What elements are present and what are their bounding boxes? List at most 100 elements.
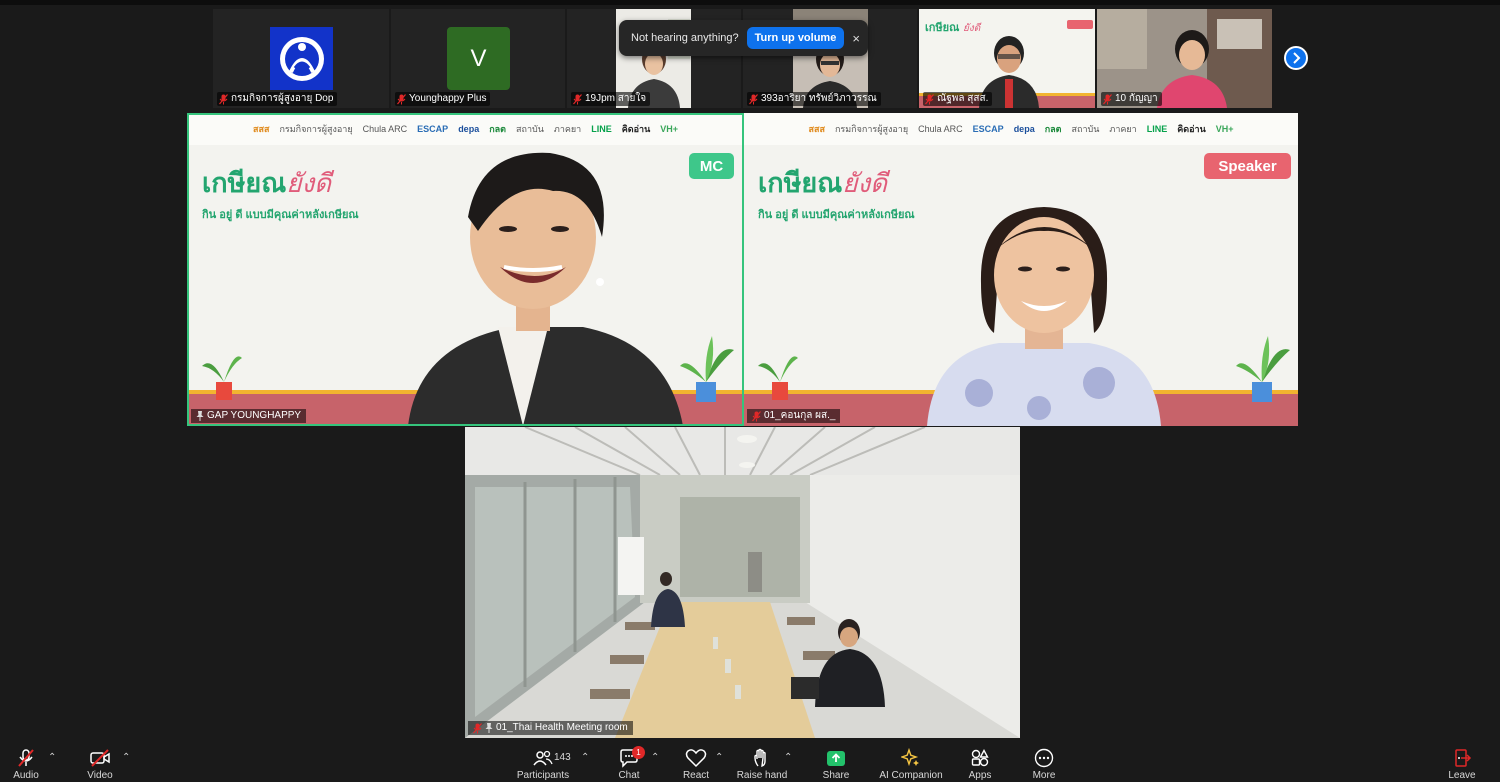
pin-icon bbox=[196, 411, 204, 421]
participant-name: ณัฐพล สุสส. bbox=[937, 93, 989, 104]
thumbnail-tile[interactable]: กรมกิจการผู้สูงอายุ Dop bbox=[213, 9, 389, 108]
plant-decoration bbox=[1236, 336, 1290, 402]
sponsor-logo: ESCAP bbox=[417, 124, 449, 134]
leave-label: Leave bbox=[1448, 770, 1476, 781]
mic-muted-icon bbox=[752, 410, 761, 421]
meeting-toolbar: Audio ⌃ Video ⌃ Participants 143 ⌃ Chat … bbox=[0, 742, 1500, 782]
mic-muted-icon bbox=[397, 93, 406, 104]
raise-hand-label: Raise hand bbox=[736, 770, 788, 781]
participant-name: 10 กัญญา bbox=[1115, 93, 1158, 104]
event-title-accent: ยังดี bbox=[842, 169, 888, 199]
share-button[interactable]: Share bbox=[816, 742, 856, 782]
participant-video bbox=[927, 207, 1161, 426]
participant-avatar: V bbox=[447, 27, 510, 90]
mic-muted-icon bbox=[473, 722, 482, 733]
thumbnail-tile[interactable]: V Younghappy Plus bbox=[391, 9, 565, 108]
sponsor-logo: กรมกิจการผู้สูงอายุ bbox=[279, 124, 353, 134]
speaker-badge: Speaker bbox=[1204, 153, 1291, 179]
raise-hand-button[interactable]: Raise hand bbox=[736, 742, 788, 782]
sponsor-logo: VH+ bbox=[1215, 124, 1234, 134]
sponsor-logo: คิดอ่าน bbox=[1177, 124, 1206, 134]
chat-unread-badge: 1 bbox=[632, 746, 645, 759]
participant-name-label: 19Jpm สายใจ bbox=[571, 92, 651, 106]
close-icon[interactable]: × bbox=[852, 31, 860, 46]
sponsor-logo: กลต bbox=[1044, 124, 1062, 134]
organization-logo bbox=[270, 27, 333, 90]
chevron-up-icon[interactable]: ⌃ bbox=[48, 752, 56, 763]
chevron-right-icon bbox=[1293, 52, 1301, 64]
participant-name-label: ณัฐพล สุสส. bbox=[923, 92, 993, 106]
mic-muted-icon bbox=[18, 749, 34, 767]
sponsor-logo: VH+ bbox=[660, 124, 678, 134]
share-screen-icon bbox=[827, 751, 845, 766]
sponsor-logo: LINE bbox=[1146, 124, 1168, 134]
sponsor-logo: LINE bbox=[591, 124, 612, 134]
plant-decoration bbox=[202, 356, 242, 400]
chevron-up-icon[interactable]: ⌃ bbox=[581, 752, 589, 763]
mic-muted-icon bbox=[219, 93, 228, 104]
audio-notification: Not hearing anything? Turn up volume × bbox=[619, 20, 868, 56]
chevron-up-icon[interactable]: ⌃ bbox=[784, 752, 792, 763]
video-button[interactable]: Video bbox=[80, 742, 120, 782]
participant-name-label: 01_Thai Health Meeting room bbox=[468, 721, 633, 735]
mic-muted-icon bbox=[573, 93, 582, 104]
event-subtitle: กิน อยู่ ดี แบบมีคุณค่าหลังเกษียณ bbox=[758, 209, 915, 221]
event-title: เกษียณ bbox=[758, 168, 843, 198]
chevron-up-icon[interactable]: ⌃ bbox=[651, 752, 659, 763]
chevron-up-icon[interactable]: ⌃ bbox=[122, 752, 130, 763]
sponsor-logo: สถาบัน bbox=[516, 124, 544, 134]
participant-video bbox=[465, 427, 1020, 738]
react-button[interactable]: React bbox=[676, 742, 716, 782]
video-off-icon bbox=[90, 749, 110, 767]
video-label: Video bbox=[87, 770, 113, 781]
participant-name: GAP YOUNGHAPPY bbox=[207, 410, 302, 421]
video-tile-meeting-room[interactable]: 01_Thai Health Meeting room bbox=[465, 427, 1020, 738]
video-tile-speaker[interactable]: สสส กรมกิจการผู้สูงอายุ Chula ARC ESCAP … bbox=[744, 113, 1298, 426]
ai-companion-label: AI Companion bbox=[879, 770, 943, 781]
share-label: Share bbox=[822, 770, 850, 781]
mic-muted-icon bbox=[925, 93, 934, 104]
ai-companion-button[interactable]: AI Companion bbox=[876, 742, 946, 782]
sparkle-icon bbox=[901, 748, 919, 767]
svg-text:เกษียณ: เกษียณ bbox=[925, 21, 960, 34]
apps-button[interactable]: Apps bbox=[960, 742, 1000, 782]
audio-button[interactable]: Audio bbox=[6, 742, 46, 782]
participant-name: 19Jpm สายใจ bbox=[585, 93, 647, 104]
leave-icon bbox=[1455, 749, 1472, 767]
chevron-up-icon[interactable]: ⌃ bbox=[715, 752, 723, 763]
more-button[interactable]: More bbox=[1024, 742, 1064, 782]
sponsor-logo: Chula ARC bbox=[918, 124, 963, 134]
video-tile-mc[interactable]: สสส กรมกิจการผู้สูงอายุ Chula ARC ESCAP … bbox=[188, 113, 743, 426]
sponsor-logo: กรมกิจการผู้สูงอายุ bbox=[834, 124, 909, 134]
chat-label: Chat bbox=[618, 770, 640, 781]
participant-name: 01_คอนกุล ผส._ bbox=[764, 410, 836, 421]
sponsor-logo: depa bbox=[458, 124, 480, 134]
event-title-accent: ยังดี bbox=[286, 169, 332, 199]
event-title: เกษียณ bbox=[202, 168, 287, 198]
event-subtitle: กิน อยู่ ดี แบบมีคุณค่าหลังเกษียณ bbox=[202, 209, 359, 221]
sponsor-logo: depa bbox=[1013, 124, 1035, 134]
sponsor-logo: ภาคยา bbox=[1109, 124, 1137, 134]
hand-icon bbox=[754, 748, 766, 768]
thumbnail-tile[interactable]: เกษียณ ยังดี ณัฐพล สุสส. bbox=[919, 9, 1095, 108]
more-icon bbox=[1034, 748, 1054, 768]
react-label: React bbox=[682, 770, 710, 781]
sponsor-logo: Chula ARC bbox=[362, 124, 408, 134]
svg-text:ยังดี: ยังดี bbox=[963, 22, 982, 34]
participant-video bbox=[408, 152, 683, 426]
turn-up-volume-button[interactable]: Turn up volume bbox=[746, 27, 845, 49]
window-top-edge bbox=[0, 0, 1500, 5]
mic-muted-icon bbox=[1103, 93, 1112, 104]
participant-name-label: GAP YOUNGHAPPY bbox=[191, 409, 307, 423]
thumbnail-tile[interactable]: 10 กัญญา bbox=[1097, 9, 1272, 108]
participant-name-label: 393อาริยา ทรัพย์วิภาวรรณ bbox=[747, 92, 881, 106]
sponsor-logo: คิดอ่าน bbox=[621, 124, 651, 134]
event-brand: เกษียณยังดี กิน อยู่ ดี แบบมีคุณค่าหลังเ… bbox=[202, 161, 359, 223]
sponsor-logo: สถาบัน bbox=[1071, 124, 1100, 134]
sponsor-logo: ภาคยา bbox=[553, 124, 582, 134]
leave-button[interactable]: Leave bbox=[1442, 742, 1482, 782]
participant-name: 393อาริยา ทรัพย์วิภาวรรณ bbox=[761, 93, 877, 104]
apps-icon bbox=[971, 749, 989, 767]
next-page-button[interactable] bbox=[1284, 46, 1308, 70]
event-brand: เกษียณยังดี กิน อยู่ ดี แบบมีคุณค่าหลังเ… bbox=[758, 161, 915, 223]
